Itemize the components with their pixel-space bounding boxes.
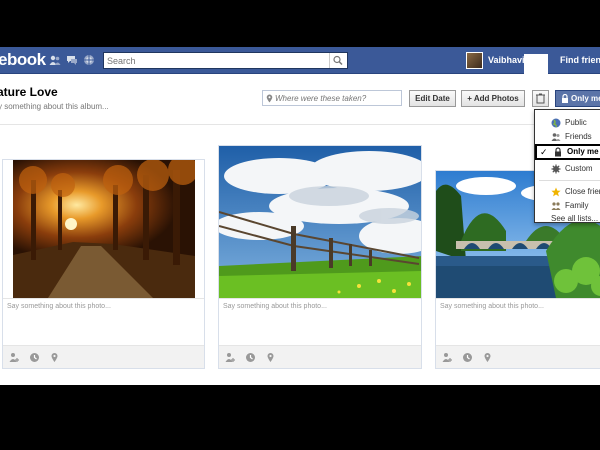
- caption-placeholder: Say something about this photo...: [440, 303, 544, 310]
- photo-card: Say something about this photo...: [2, 159, 205, 369]
- album-title[interactable]: ature Love: [0, 85, 58, 99]
- messages-icon[interactable]: [66, 54, 78, 66]
- photo-thumbnail[interactable]: [3, 160, 204, 298]
- location-field: [262, 90, 402, 106]
- photo-actions: [436, 345, 600, 368]
- tag-person-icon[interactable]: [225, 352, 236, 363]
- privacy-option-custom[interactable]: Custom: [535, 162, 600, 176]
- trash-icon: [536, 93, 545, 104]
- header-divider: [0, 124, 600, 125]
- location-pin-icon: [266, 94, 273, 103]
- friends-icon: [551, 133, 561, 141]
- profile-name-link[interactable]: Vaibhavi: [488, 55, 525, 65]
- edit-date-button[interactable]: Edit Date: [409, 90, 456, 107]
- privacy-label: Only me: [571, 94, 600, 103]
- date-clock-icon[interactable]: [29, 352, 40, 363]
- facebook-page: ebook Vaibhavi Find friends ature Love y…: [0, 47, 600, 385]
- checkmark-icon: ✓: [540, 147, 548, 157]
- search-button[interactable]: [329, 53, 347, 68]
- privacy-option-public[interactable]: Public: [535, 116, 600, 130]
- caption-placeholder: Say something about this photo...: [7, 303, 111, 310]
- date-clock-icon[interactable]: [462, 352, 473, 363]
- privacy-option-only-me[interactable]: ✓ Only me: [535, 144, 600, 160]
- top-navigation-bar: ebook Vaibhavi Find friends: [0, 47, 600, 74]
- photo-card: Say something about this photo...: [218, 145, 422, 369]
- globe-icon: [551, 118, 561, 128]
- autumn-forest-photo: [3, 160, 204, 298]
- lock-icon: [555, 147, 561, 157]
- location-input[interactable]: [275, 93, 399, 104]
- screenshot-frame: ebook Vaibhavi Find friends ature Love y…: [0, 0, 600, 450]
- privacy-option-friends[interactable]: Friends: [535, 130, 600, 144]
- caption-placeholder: Say something about this photo...: [223, 303, 327, 310]
- find-friends-link[interactable]: Find friends: [560, 55, 600, 65]
- search-box: [103, 52, 348, 69]
- location-pin-icon[interactable]: [265, 352, 276, 363]
- photo-actions: [3, 345, 204, 368]
- photo-caption-field[interactable]: Say something about this photo...: [3, 298, 204, 347]
- see-all-lists-link[interactable]: See all lists...: [535, 212, 600, 226]
- tag-person-icon[interactable]: [9, 352, 20, 363]
- privacy-list-close-friends[interactable]: Close friends: [535, 185, 600, 199]
- tag-person-icon[interactable]: [442, 352, 453, 363]
- meadow-sky-photo: [219, 146, 421, 298]
- privacy-selector-button[interactable]: Only me: [555, 90, 600, 107]
- photo-thumbnail[interactable]: [219, 146, 421, 298]
- location-pin-icon[interactable]: [49, 352, 60, 363]
- date-clock-icon[interactable]: [245, 352, 256, 363]
- nav-highlight: [524, 54, 548, 74]
- search-icon: [333, 55, 343, 66]
- friend-requests-icon[interactable]: [49, 54, 61, 66]
- privacy-list-family[interactable]: Family: [535, 199, 600, 213]
- family-icon: [551, 202, 561, 210]
- photo-caption-field[interactable]: Say something about this photo...: [436, 298, 600, 347]
- photo-actions: [219, 345, 421, 368]
- delete-album-button[interactable]: [532, 90, 549, 107]
- album-description[interactable]: y something about this album...: [0, 102, 109, 111]
- gear-icon: [551, 164, 561, 174]
- menu-separator: [539, 180, 600, 181]
- facebook-logo[interactable]: ebook: [0, 50, 46, 70]
- add-photos-button[interactable]: + Add Photos: [461, 90, 525, 107]
- notifications-icon[interactable]: [83, 54, 95, 66]
- privacy-dropdown-menu: Public Friends ✓ Only me Custom Close fr…: [534, 109, 600, 223]
- profile-avatar[interactable]: [466, 52, 483, 69]
- search-input[interactable]: [107, 54, 327, 67]
- location-pin-icon[interactable]: [482, 352, 493, 363]
- lock-icon: [562, 94, 568, 103]
- star-icon: [551, 187, 561, 197]
- photo-caption-field[interactable]: Say something about this photo...: [219, 298, 421, 347]
